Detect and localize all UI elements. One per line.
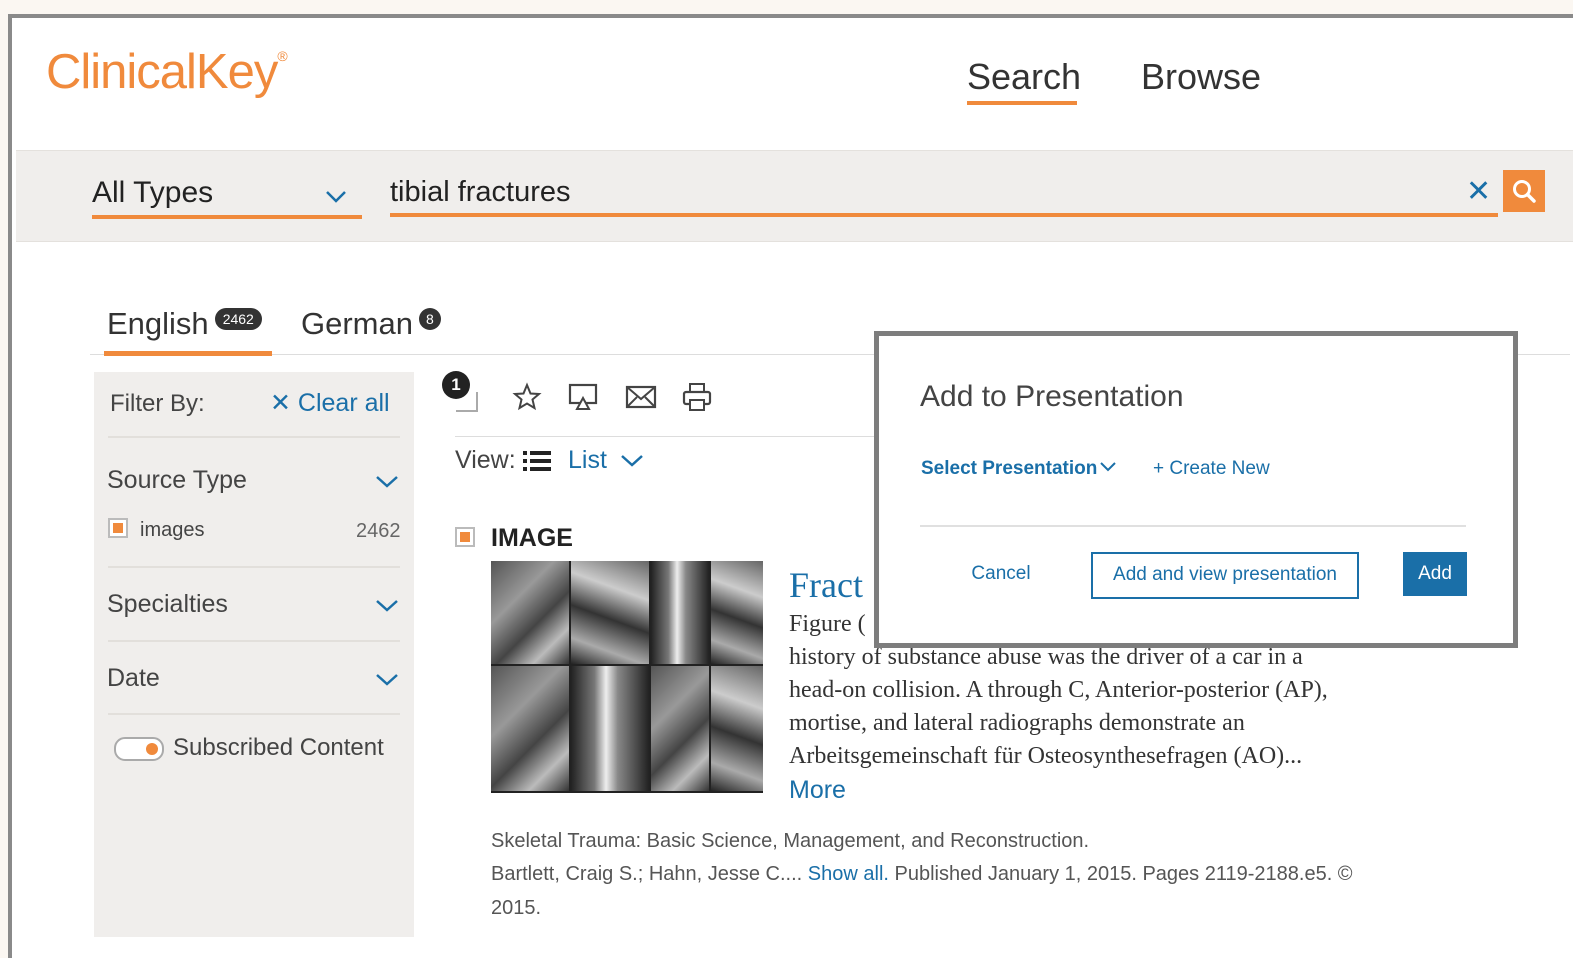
divider (108, 566, 400, 568)
search-input-underline (390, 213, 1498, 217)
chevron-down-icon[interactable] (374, 468, 400, 494)
filter-specialties[interactable]: Specialties (107, 590, 228, 619)
content-type-value: All Types (92, 176, 214, 209)
add-to-presentation-dialog (874, 331, 1518, 648)
result-published: Published January 1, 2015. Pages 2119-21… (894, 863, 1353, 885)
radiograph-image (491, 561, 569, 664)
divider (108, 640, 400, 642)
nav-active-indicator (967, 101, 1077, 105)
subscribed-label: Subscribed Content (173, 734, 384, 761)
result-authors: Bartlett, Craig S.; Hahn, Jesse C.... (491, 863, 803, 885)
search-input[interactable] (390, 172, 1450, 212)
toolbar-divider (455, 436, 875, 437)
clear-all-link[interactable]: ✕ Clear all (270, 388, 390, 418)
result-source: Skeletal Trauma: Basic Science, Manageme… (491, 830, 1090, 852)
add-button[interactable]: Add (1403, 552, 1467, 596)
show-all-link[interactable]: Show all. (808, 863, 889, 885)
chevron-down-icon[interactable] (374, 592, 400, 618)
logo-mark: ® (277, 47, 287, 64)
chevron-down-icon (1100, 462, 1117, 472)
clear-all-label: Clear all (297, 389, 390, 417)
radiograph-image (711, 561, 763, 664)
nav-search[interactable]: Search (967, 56, 1081, 98)
email-icon[interactable] (624, 380, 658, 414)
type-select-underline (92, 215, 362, 219)
search-button[interactable] (1503, 170, 1545, 212)
content-type-select[interactable]: All Types (92, 176, 360, 220)
dialog-title: Add to Presentation (920, 380, 1184, 413)
print-icon[interactable] (680, 380, 714, 414)
search-icon (1513, 180, 1536, 203)
subscribed-toggle[interactable] (114, 737, 164, 761)
chevron-down-icon[interactable] (620, 448, 644, 472)
divider (108, 713, 400, 715)
tab-english[interactable]: English 2462 (107, 306, 262, 342)
present-icon[interactable] (566, 380, 600, 414)
chevron-down-icon (326, 191, 346, 203)
description-line: Arbeitsgemeinschaft für Osteosynthesefra… (789, 743, 1303, 769)
filter-date[interactable]: Date (107, 664, 160, 693)
description-line: head-on collision. A through C, Anterior… (789, 677, 1328, 703)
filter-by-label: Filter By: (110, 390, 205, 417)
logo-text: ClinicalKey (46, 45, 278, 99)
radiograph-image (651, 666, 709, 791)
filter-sidebar (94, 372, 414, 937)
tab-german[interactable]: German 8 (301, 306, 441, 342)
count-badge: 8 (418, 308, 441, 330)
selected-count-badge: 1 (442, 371, 470, 399)
close-icon[interactable]: ✕ (1466, 174, 1491, 209)
list-icon[interactable] (522, 449, 552, 473)
filter-source-type[interactable]: Source Type (107, 466, 247, 495)
select-presentation-dropdown[interactable]: Select Presentation (921, 458, 1117, 480)
dialog-divider (920, 525, 1466, 527)
result-title[interactable]: Fract (789, 564, 863, 606)
result-year: 2015. (491, 897, 542, 919)
nav-browse[interactable]: Browse (1141, 56, 1261, 98)
radiograph-image (571, 666, 649, 791)
tab-english-label: English (107, 306, 209, 341)
chevron-down-icon[interactable] (374, 666, 400, 692)
cancel-button[interactable]: Cancel (940, 552, 1062, 596)
result-thumbnail[interactable] (491, 561, 763, 793)
radiograph-image (571, 561, 649, 664)
description-line: mortise, and lateral radiographs demonst… (789, 710, 1245, 736)
radiograph-image (711, 666, 763, 791)
tab-active-indicator (104, 351, 272, 356)
select-presentation-label: Select Presentation (921, 458, 1098, 479)
images-checkbox[interactable] (108, 518, 128, 538)
result-authors-line: Bartlett, Craig S.; Hahn, Jesse C.... Sh… (491, 863, 1353, 886)
radiograph-image (651, 561, 709, 664)
images-filter-label: images (140, 519, 205, 541)
result-checkbox[interactable] (455, 527, 475, 547)
more-link[interactable]: More (789, 776, 846, 805)
create-new-link[interactable]: + Create New (1153, 458, 1270, 480)
count-badge: 2462 (214, 308, 262, 330)
radiograph-image (491, 666, 569, 791)
view-mode-select[interactable]: List (568, 446, 607, 475)
clinicalkey-logo[interactable]: ClinicalKey® (46, 44, 288, 100)
tab-german-label: German (301, 306, 413, 341)
add-and-view-button[interactable]: Add and view presentation (1091, 552, 1359, 599)
star-icon[interactable] (510, 380, 544, 414)
divider (108, 436, 400, 438)
images-filter-count: 2462 (356, 520, 401, 542)
close-icon: ✕ (270, 389, 298, 417)
view-label: View: (455, 446, 516, 474)
result-type-label: IMAGE (491, 524, 573, 552)
